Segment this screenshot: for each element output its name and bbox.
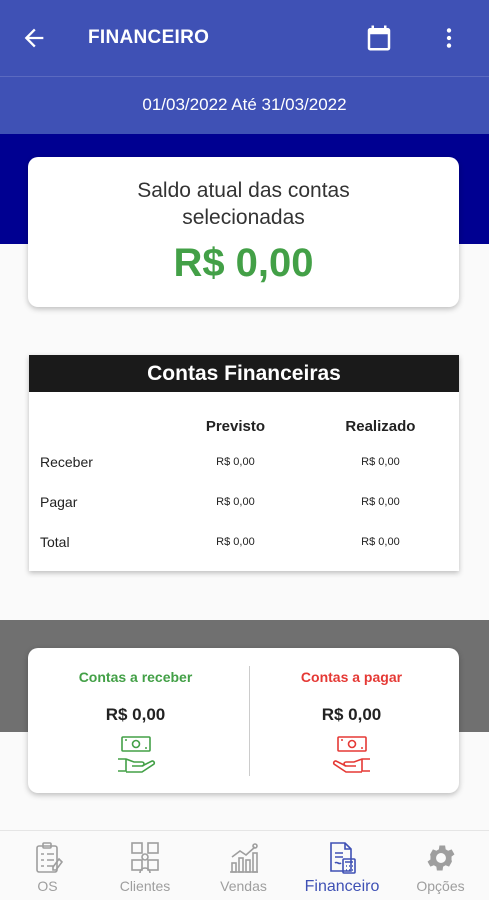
nav-item-vendas[interactable]: Vendas — [195, 831, 292, 900]
pagar-previsto: R$ 0,00 — [216, 496, 255, 508]
nav-label-os: OS — [37, 878, 58, 894]
balance-label: Saldo atual das contas selecionadas — [137, 179, 350, 229]
accounts-title: Contas Financeiras — [29, 355, 459, 392]
table-row: Pagar R$ 0,00 R$ 0,00 — [29, 482, 459, 522]
row-label-total: Total — [40, 534, 70, 550]
clipboard-icon — [35, 842, 63, 873]
nav-label-financeiro: Financeiro — [304, 878, 380, 895]
row-label-pagar: Pagar — [40, 494, 78, 510]
pagar-realizado: R$ 0,00 — [361, 496, 400, 508]
nav-label-vendas: Vendas — [220, 878, 267, 894]
summary-card: Contas a receber R$ 0,00 Contas a pagar … — [28, 648, 459, 793]
receber-previsto: R$ 0,00 — [216, 456, 255, 468]
row-label-receber: Receber — [40, 454, 93, 470]
sales-chart-icon — [229, 843, 258, 873]
money-receive-icon — [117, 736, 155, 773]
clients-icon — [131, 842, 159, 874]
more-options-icon[interactable] — [436, 24, 462, 52]
accounts-table: Previsto Realizado Receber R$ 0,00 R$ 0,… — [29, 410, 459, 562]
nav-item-clientes[interactable]: Clientes — [95, 831, 195, 900]
accounts-table-card: Contas Financeiras Previsto Realizado Re… — [29, 355, 459, 571]
balance-card: Saldo atual das contas selecionadas R$ 0… — [28, 157, 459, 307]
nav-item-opcoes[interactable]: Opções — [392, 831, 489, 900]
table-row: Total R$ 0,00 R$ 0,00 — [29, 522, 459, 562]
money-pay-icon — [332, 736, 370, 773]
column-header-previsto: Previsto — [205, 417, 266, 435]
payable-panel[interactable]: Contas a pagar R$ 0,00 — [244, 648, 459, 793]
receivable-value: R$ 0,00 — [105, 705, 166, 724]
app-bar: FINANCEIRO — [0, 0, 489, 76]
balance-value: R$ 0,00 — [173, 241, 314, 285]
nav-item-os[interactable]: OS — [0, 831, 95, 900]
nav-item-financeiro[interactable]: Financeiro — [292, 831, 392, 900]
total-realizado: R$ 0,00 — [361, 536, 400, 548]
total-previsto: R$ 0,00 — [216, 536, 255, 548]
payable-value: R$ 0,00 — [321, 705, 382, 724]
table-row: Receber R$ 0,00 R$ 0,00 — [29, 442, 459, 482]
column-header — [29, 410, 169, 442]
nav-label-clientes: Clientes — [119, 878, 171, 894]
receivable-panel[interactable]: Contas a receber R$ 0,00 — [28, 648, 243, 793]
back-arrow-icon[interactable] — [20, 24, 48, 52]
receivable-title: Contas a receber — [78, 669, 193, 685]
table-header-row: Previsto Realizado — [29, 410, 459, 442]
gear-icon — [427, 845, 454, 871]
column-header-realizado: Realizado — [345, 417, 416, 435]
date-range-label[interactable]: 01/03/2022 Até 31/03/2022 — [0, 76, 489, 134]
calendar-icon[interactable] — [364, 23, 394, 53]
nav-label-opcoes: Opções — [416, 878, 465, 894]
receber-realizado: R$ 0,00 — [361, 456, 400, 468]
bottom-navigation: OS Clientes Vendas Financeiro Opções — [0, 830, 489, 900]
financial-document-icon — [330, 842, 356, 874]
page-title: FINANCEIRO — [88, 27, 210, 48]
payable-title: Contas a pagar — [300, 669, 403, 685]
